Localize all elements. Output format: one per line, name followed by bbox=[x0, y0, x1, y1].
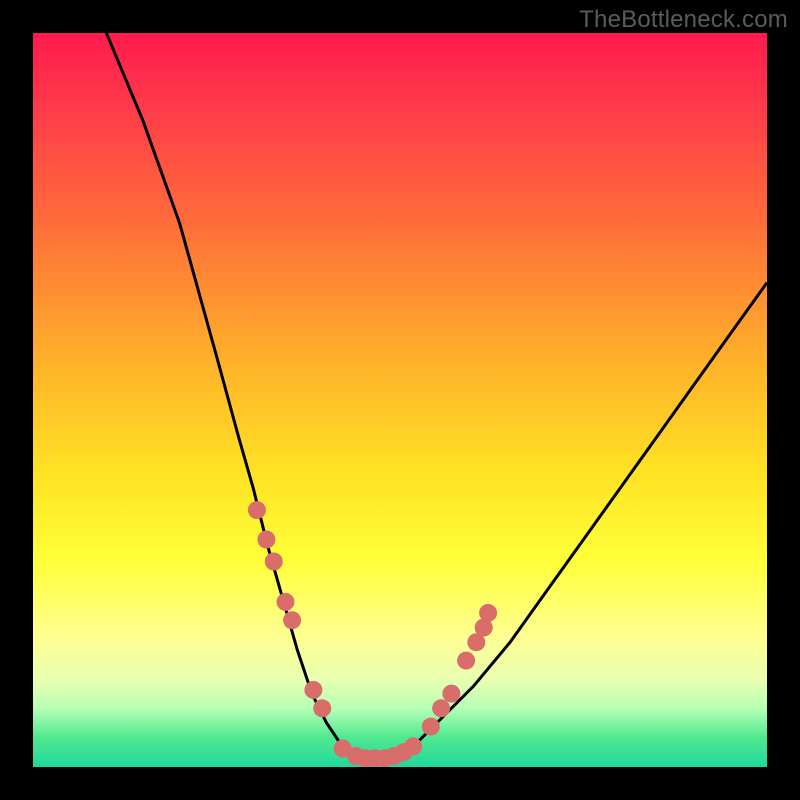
data-dot bbox=[277, 593, 295, 611]
data-dot bbox=[422, 718, 440, 736]
data-dot bbox=[432, 699, 450, 717]
dot-group bbox=[248, 501, 497, 767]
data-dot bbox=[404, 737, 422, 755]
data-dot bbox=[248, 501, 266, 519]
data-dot bbox=[479, 604, 497, 622]
data-dot bbox=[265, 553, 283, 571]
curve-layer bbox=[33, 33, 767, 767]
data-dot bbox=[442, 685, 460, 703]
plot-area bbox=[33, 33, 767, 767]
bottleneck-curve bbox=[106, 33, 767, 760]
data-dot bbox=[304, 681, 322, 699]
data-dot bbox=[283, 611, 301, 629]
chart-frame: TheBottleneck.com bbox=[0, 0, 800, 800]
watermark-text: TheBottleneck.com bbox=[579, 6, 788, 34]
data-dot bbox=[313, 699, 331, 717]
data-dot bbox=[457, 652, 475, 670]
data-dot bbox=[257, 531, 275, 549]
